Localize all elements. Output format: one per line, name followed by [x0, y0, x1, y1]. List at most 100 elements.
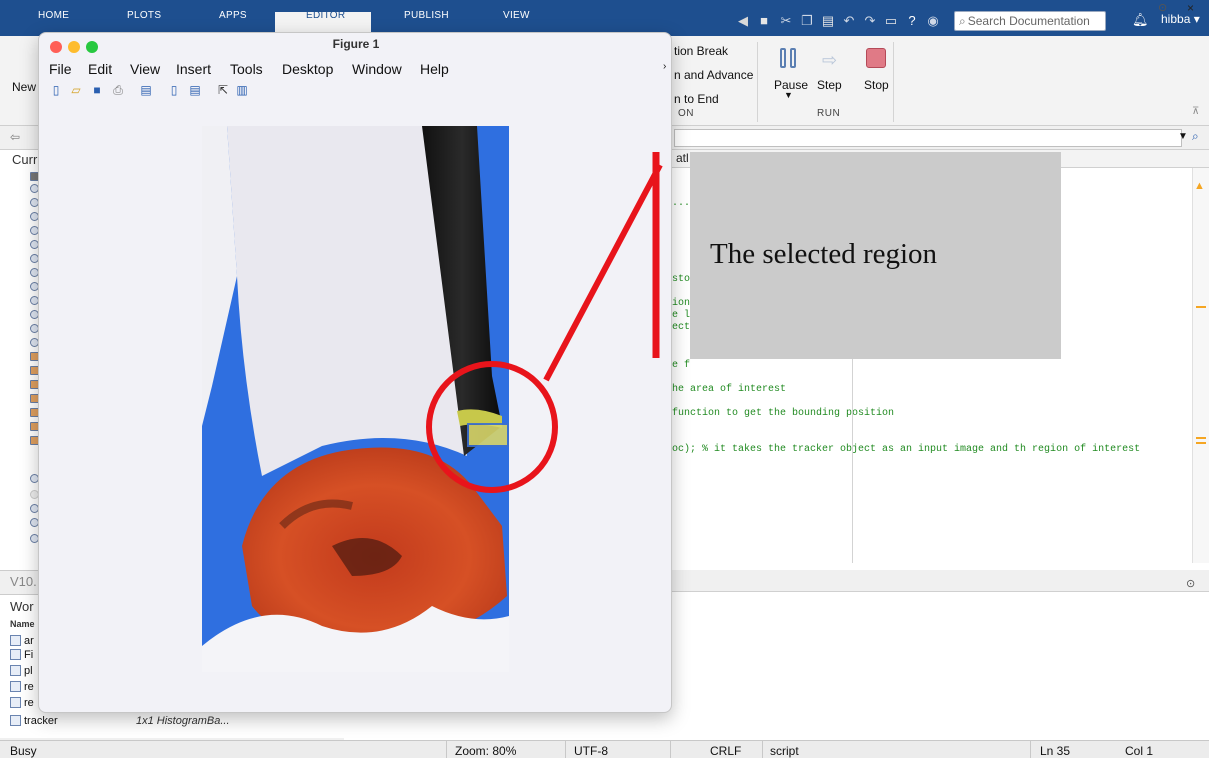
- run-section-label: RUN: [817, 108, 841, 119]
- code-line: he area of interest: [672, 384, 787, 395]
- callout-box: The selected region: [690, 152, 1061, 359]
- editor-file-tab[interactable]: atl: [676, 151, 689, 165]
- status-separator: [565, 741, 566, 758]
- legend-icon[interactable]: ▤: [188, 83, 202, 97]
- print-icon[interactable]: ⎙: [111, 83, 125, 97]
- open-file-icon[interactable]: ▱: [69, 83, 83, 97]
- breakpoint-item-1[interactable]: tion Break: [674, 44, 728, 58]
- search-input[interactable]: ⌕ Search Documentation: [954, 11, 1106, 31]
- link-plot-icon[interactable]: ▤: [139, 83, 153, 97]
- var-name: Fi: [24, 649, 34, 661]
- current-folder-header: Curr: [12, 152, 38, 167]
- workspace-row[interactable]: Fi: [10, 649, 33, 663]
- options-icon[interactable]: ◉: [926, 14, 940, 28]
- copy-icon[interactable]: ❐: [800, 14, 814, 28]
- workspace-row[interactable]: ar: [10, 635, 34, 649]
- workspace-row[interactable]: re: [10, 681, 34, 695]
- pointer-icon[interactable]: ⇱: [216, 83, 230, 97]
- workspace-row[interactable]: tracker 1x1 HistogramBa...: [10, 715, 230, 729]
- workspace-name-column[interactable]: Name: [10, 619, 35, 629]
- warning-marker[interactable]: [1196, 437, 1206, 439]
- menu-help[interactable]: Help: [420, 61, 449, 77]
- var-name: tracker: [24, 715, 58, 727]
- status-bar: Busy Zoom: 80% UTF-8 CRLF script Ln 35 C…: [0, 740, 1209, 758]
- pause-icon[interactable]: [780, 48, 798, 70]
- matlab-desktop: HOME PLOTS APPS EDITOR PUBLISH VIEW ◀ ■ …: [0, 0, 1209, 758]
- menu-edit[interactable]: Edit: [88, 61, 112, 77]
- warning-icon[interactable]: ▲: [1194, 180, 1205, 192]
- var-name: re: [24, 681, 34, 693]
- cut-icon[interactable]: ✂: [779, 14, 793, 28]
- back-arrow-icon[interactable]: ⇦: [10, 130, 20, 144]
- redo-icon[interactable]: ↷: [863, 14, 877, 28]
- tab-apps[interactable]: APPS: [219, 10, 247, 21]
- workspace-header: Wor: [10, 599, 34, 614]
- undo-icon[interactable]: ↶: [842, 14, 856, 28]
- save-icon[interactable]: ■: [757, 14, 771, 28]
- status-zoom: Zoom: 80%: [455, 744, 517, 758]
- section-label-partial: ON: [678, 108, 694, 119]
- stop-button[interactable]: Stop: [864, 78, 889, 92]
- command-window-menu-icon[interactable]: ⊙: [1186, 577, 1195, 590]
- address-field[interactable]: [674, 129, 1182, 147]
- new-button-label[interactable]: New: [12, 80, 36, 94]
- code-line: ect: [672, 322, 691, 333]
- step-button[interactable]: Step: [817, 78, 842, 92]
- save-figure-icon[interactable]: ■: [90, 83, 104, 97]
- stop-icon[interactable]: [866, 48, 886, 68]
- breakpoint-item-2[interactable]: n and Advance: [674, 68, 753, 82]
- tab-publish[interactable]: PUBLISH: [404, 10, 449, 21]
- paste-icon[interactable]: ▤: [821, 14, 835, 28]
- step-icon[interactable]: ⇨: [822, 50, 837, 71]
- breakpoint-item-3[interactable]: n to End: [674, 92, 719, 106]
- status-col: Col 1: [1125, 744, 1154, 758]
- tab-editor[interactable]: EDITOR: [306, 10, 345, 21]
- figure-window[interactable]: Figure 1 File Edit View Insert Tools Des…: [38, 32, 672, 713]
- collapse-ribbon-icon[interactable]: ⊼: [1192, 106, 1199, 117]
- figure-menu-bar: File Edit View Insert Tools Desktop Wind…: [39, 59, 671, 79]
- menu-desktop[interactable]: Desktop: [282, 61, 333, 77]
- status-encoding: UTF-8: [574, 744, 608, 758]
- address-dropdown-icon[interactable]: ▼: [1178, 131, 1188, 142]
- code-line: ion: [672, 298, 691, 309]
- editor-scrollbar[interactable]: [1192, 168, 1209, 563]
- browse-search-icon[interactable]: ⌕: [1192, 129, 1199, 144]
- callout-label: The selected region: [710, 238, 938, 270]
- new-figure-icon[interactable]: ▯: [49, 83, 63, 97]
- menu-window[interactable]: Window: [352, 61, 402, 77]
- status-eol: CRLF: [710, 744, 742, 758]
- menu-file[interactable]: File: [49, 61, 72, 77]
- menu-insert[interactable]: Insert: [176, 61, 211, 77]
- editor-close-icon[interactable]: ×: [1187, 1, 1194, 15]
- pause-dropdown-icon[interactable]: ▼: [784, 90, 793, 100]
- selected-region-box[interactable]: [467, 423, 509, 447]
- tab-plots[interactable]: PLOTS: [127, 10, 161, 21]
- code-line: e l: [672, 310, 691, 321]
- workspace-row[interactable]: pl: [10, 665, 33, 679]
- code-line: oc); % it takes the tracker object as an…: [672, 444, 1141, 455]
- status-filetype: script: [770, 744, 799, 758]
- tab-home[interactable]: HOME: [38, 10, 69, 21]
- warning-marker[interactable]: [1196, 442, 1206, 444]
- array-icon: [10, 635, 21, 646]
- menu-tools[interactable]: Tools: [230, 61, 263, 77]
- warning-marker[interactable]: [1196, 306, 1206, 308]
- colorbar-icon[interactable]: ▯: [167, 83, 181, 97]
- property-editor-icon[interactable]: ▥: [235, 83, 249, 97]
- tracked-image: [202, 126, 509, 672]
- workspace-row[interactable]: re: [10, 697, 34, 711]
- menu-view[interactable]: View: [130, 61, 160, 77]
- help-icon[interactable]: ?: [905, 14, 919, 28]
- status-line: Ln 35: [1040, 744, 1071, 758]
- figure-toolbar: ▯ ▱ ■ ⎙ ▤ ▯ ▤ ⇱ ▥: [39, 81, 671, 103]
- object-icon: [10, 697, 21, 708]
- var-name: re: [24, 697, 34, 709]
- code-line: function to get the bounding position: [672, 408, 895, 419]
- var-value: 1x1 HistogramBa...: [136, 715, 230, 727]
- switch-windows-icon[interactable]: ▭: [884, 14, 898, 28]
- menu-overflow-icon[interactable]: ›: [663, 61, 666, 72]
- tab-view[interactable]: VIEW: [503, 10, 530, 21]
- notification-bell-icon[interactable]: 🔔︎: [1132, 12, 1149, 28]
- var-name: ar: [24, 635, 34, 647]
- editor-menu-icon[interactable]: ⊙: [1158, 1, 1167, 14]
